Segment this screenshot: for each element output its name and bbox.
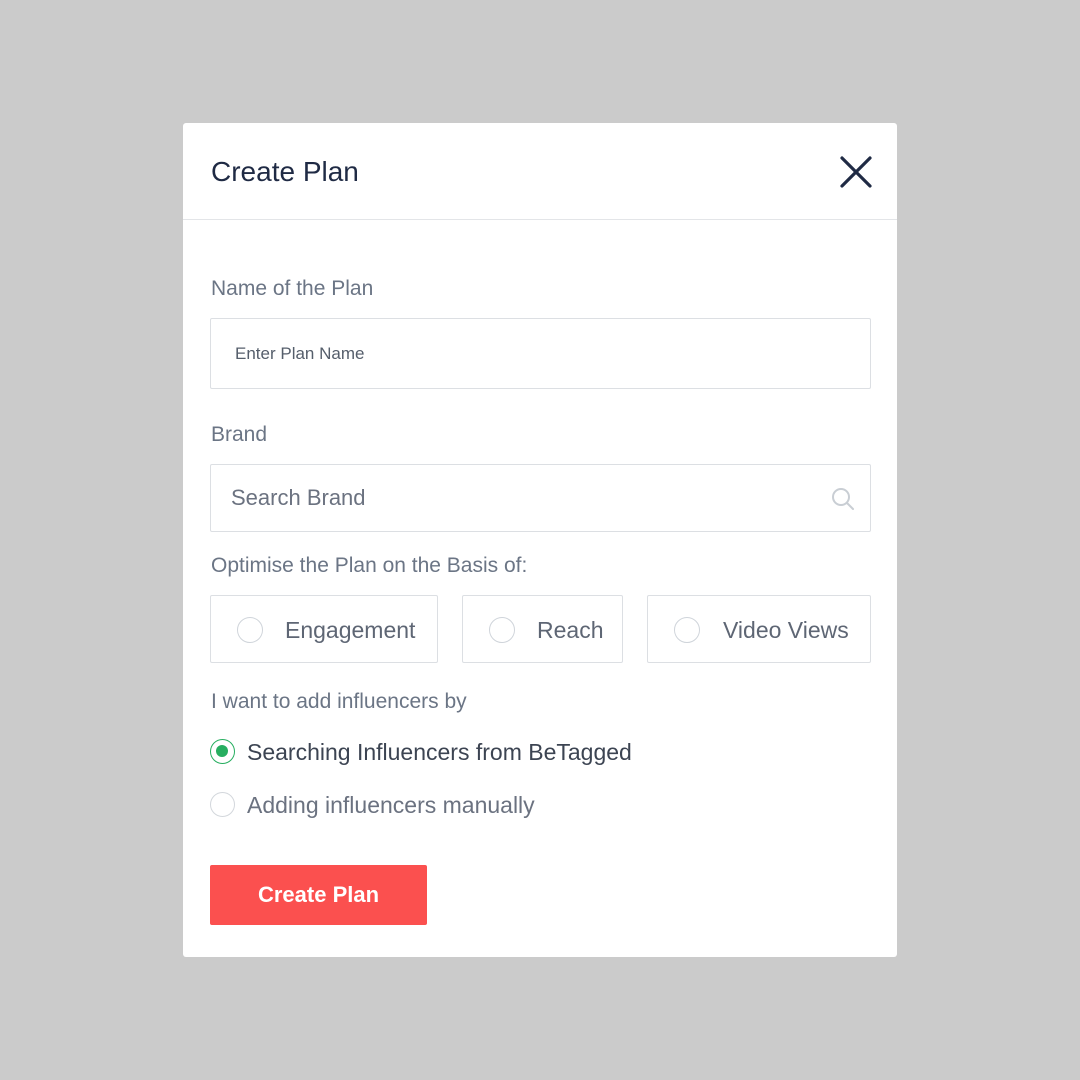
search-method-radio[interactable]	[210, 739, 235, 764]
engagement-radio[interactable]	[237, 617, 263, 643]
search-method-label: Searching Influencers from BeTagged	[247, 739, 632, 765]
add-method-label: I want to add influencers by	[211, 690, 467, 713]
search-icon[interactable]	[830, 486, 856, 512]
modal-title: Create Plan	[211, 156, 359, 187]
create-plan-modal: Create Plan Name of the Plan Brand Optim…	[183, 123, 897, 957]
plan-name-field	[210, 318, 871, 389]
manual-method-radio[interactable]	[210, 792, 235, 817]
video-views-label: Video Views	[723, 617, 849, 643]
close-icon	[840, 156, 872, 188]
manual-method-label: Adding influencers manually	[247, 792, 535, 818]
plan-name-label: Name of the Plan	[211, 277, 374, 300]
option-video-views[interactable]: Video Views	[647, 595, 871, 663]
engagement-label: Engagement	[285, 617, 416, 643]
method-option-manual[interactable]: Adding influencers manually	[210, 791, 570, 819]
optimise-label: Optimise the Plan on the Basis of:	[211, 554, 528, 577]
option-engagement[interactable]: Engagement	[210, 595, 438, 663]
create-plan-button[interactable]: Create Plan	[210, 865, 427, 925]
plan-name-input[interactable]	[211, 319, 870, 388]
reach-radio[interactable]	[489, 617, 515, 643]
method-option-search[interactable]: Searching Influencers from BeTagged	[210, 738, 680, 766]
brand-search-field	[210, 464, 871, 532]
reach-label: Reach	[537, 617, 604, 643]
modal-header: Create Plan	[183, 123, 897, 220]
brand-label: Brand	[211, 423, 268, 446]
close-button[interactable]	[839, 155, 873, 189]
option-reach[interactable]: Reach	[462, 595, 623, 663]
brand-search-input[interactable]	[211, 465, 870, 531]
video-views-radio[interactable]	[674, 617, 700, 643]
